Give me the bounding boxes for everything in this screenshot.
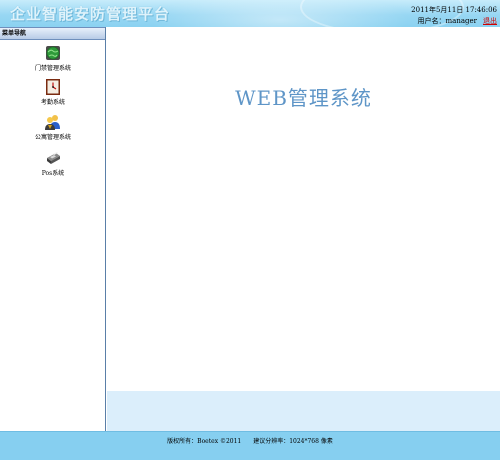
app-footer: 版权所有：Boetex ©2011 建议分辨率：1024*768 像素	[0, 431, 500, 460]
sidebar-item-access-control[interactable]: 门禁管理系统	[0, 44, 106, 72]
datetime-display: 2011年5月11日 17:46:06	[411, 6, 497, 14]
username-label: 用户名：manager	[417, 17, 477, 25]
app-header: 企业智能安防管理平台 2011年5月11日 17:46:06 用户名：manag…	[0, 0, 500, 27]
sidebar-item-label: Pos系统	[41, 170, 65, 177]
sidebar-item-apartment[interactable]: 公寓管理系统	[0, 113, 106, 141]
main-content: WEB管理系统	[107, 27, 500, 391]
logout-link[interactable]: 退出	[483, 17, 497, 25]
app-title: 企业智能安防管理平台	[10, 5, 171, 23]
sidebar-item-label: 考勤系统	[40, 99, 65, 106]
sidebar-item-label: 公寓管理系统	[34, 134, 71, 141]
user-info: 用户名：manager 退出	[418, 16, 497, 26]
clock-icon	[46, 79, 60, 95]
pos-machine-icon	[47, 152, 60, 164]
globe-door-icon	[46, 46, 60, 60]
sidebar-title: 菜单导航	[0, 27, 105, 40]
copyright-text: 版权所有：Boetex ©2011	[167, 438, 242, 445]
content-bottom-panel	[107, 391, 500, 431]
page-title: WEB管理系统	[235, 86, 372, 110]
people-icon	[45, 115, 60, 130]
sidebar: 菜单导航 门禁管理系统 考勤系统 公寓管理系统 Pos系统	[0, 27, 106, 431]
resolution-hint: 建议分辨率：1024*768 像素	[253, 438, 333, 445]
sidebar-item-attendance[interactable]: 考勤系统	[0, 78, 106, 106]
sidebar-item-label: 门禁管理系统	[34, 65, 71, 72]
sidebar-item-pos[interactable]: Pos系统	[0, 149, 106, 177]
